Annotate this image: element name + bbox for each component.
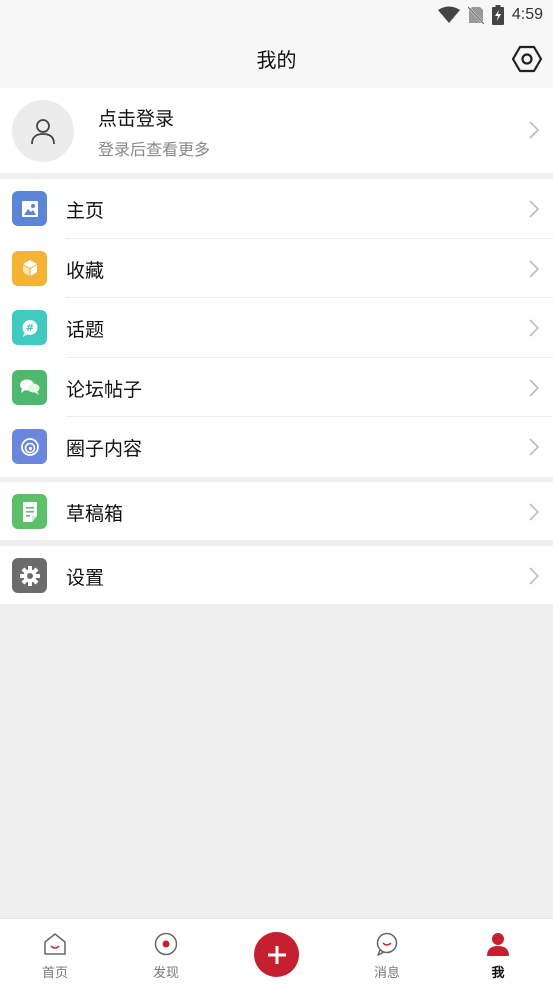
menu-group-settings: 设置 (0, 546, 553, 604)
battery-charging-icon (491, 5, 504, 25)
chevron-right-icon (529, 438, 540, 456)
menu-item-forum-posts[interactable]: 论坛帖子 (0, 358, 553, 417)
bottom-tab-bar: 首页 发现 消息 我 (0, 918, 553, 984)
user-icon (31, 119, 55, 145)
chevron-right-icon (529, 200, 540, 218)
hashtag-bubble-icon: # (12, 310, 47, 345)
tab-label: 首页 (41, 966, 68, 981)
chevron-right-icon (529, 121, 540, 139)
header: 我的 (0, 30, 553, 88)
tab-home[interactable]: 首页 (0, 919, 110, 984)
menu-item-topics[interactable]: # 话题 (0, 298, 553, 358)
status-icons: 4:59 (437, 5, 543, 25)
gear-icon (12, 558, 47, 593)
tab-me[interactable]: 我 (443, 919, 553, 984)
menu-group-main: 主页 收藏 # 话题 论坛帖子 圈子内容 (0, 179, 553, 477)
chevron-right-icon (529, 319, 540, 337)
tab-label: 消息 (373, 966, 400, 981)
status-bar: 4:59 (0, 0, 553, 30)
menu-item-label: 主页 (66, 200, 105, 222)
discover-icon (154, 932, 178, 956)
settings-hex-icon[interactable] (511, 43, 543, 75)
menu-item-label: 收藏 (66, 259, 105, 282)
menu-item-settings[interactable]: 设置 (0, 546, 553, 604)
login-card[interactable]: 点击登录 登录后查看更多 (0, 88, 553, 173)
chevron-right-icon (529, 259, 540, 278)
chevron-right-icon (529, 378, 540, 397)
wifi-icon (437, 6, 460, 23)
login-title: 点击登录 (98, 108, 175, 130)
status-time: 4:59 (511, 6, 543, 23)
menu-item-home[interactable]: 主页 (0, 179, 553, 239)
tab-messages[interactable]: 消息 (332, 919, 442, 984)
profile-icon (487, 933, 509, 956)
tab-discover[interactable]: 发现 (111, 919, 221, 984)
menu-item-favorites[interactable]: 收藏 (0, 239, 553, 298)
chevron-right-icon (529, 503, 540, 521)
page-title: 我的 (256, 48, 297, 72)
message-icon (376, 932, 398, 956)
draft-icon (12, 494, 47, 529)
login-subtitle: 登录后查看更多 (98, 140, 211, 159)
menu-item-drafts[interactable]: 草稿箱 (0, 482, 553, 540)
avatar[interactable] (12, 100, 74, 162)
home-icon (44, 933, 66, 955)
svg-text:#: # (25, 323, 33, 334)
post-button[interactable] (254, 932, 299, 977)
tab-label: 发现 (152, 966, 179, 981)
menu-item-label: 设置 (66, 567, 105, 589)
no-sim-icon (467, 6, 484, 24)
menu-item-label: 话题 (66, 319, 105, 341)
plus-icon (267, 945, 286, 964)
chevron-right-icon (529, 567, 540, 585)
menu-group-drafts: 草稿箱 (0, 482, 553, 540)
tab-label: 我 (491, 966, 505, 981)
menu-item-label: 圈子内容 (66, 438, 143, 460)
chat-bubbles-icon (12, 369, 47, 405)
menu-item-label: 草稿箱 (66, 503, 124, 525)
menu-item-label: 论坛帖子 (66, 378, 143, 401)
image-icon (12, 191, 47, 226)
swirl-icon (12, 429, 47, 464)
menu-item-circle-content[interactable]: 圈子内容 (0, 417, 553, 477)
box-icon (12, 250, 47, 286)
